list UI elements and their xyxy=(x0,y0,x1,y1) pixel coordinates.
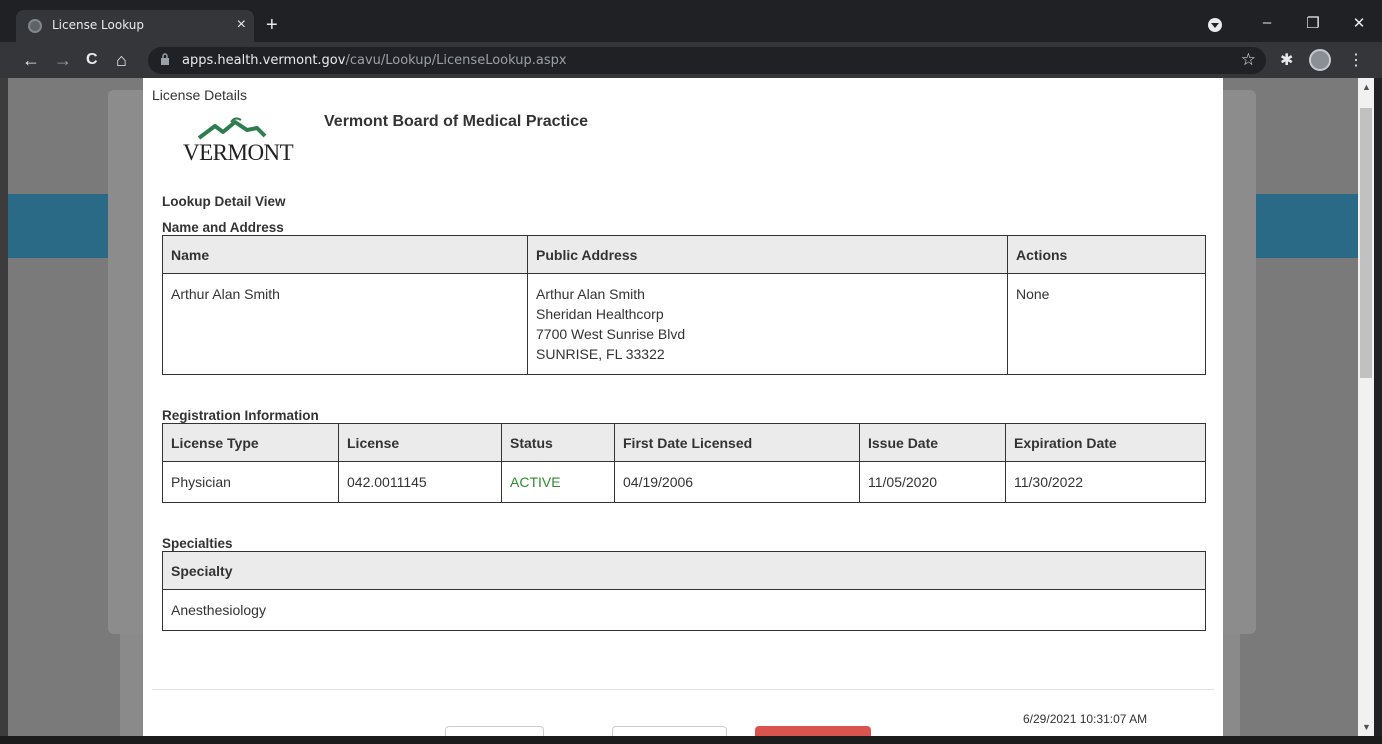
issue-date-cell: 11/05/2020 xyxy=(859,461,1006,503)
profile-avatar[interactable] xyxy=(1309,49,1331,71)
specialties-table: Specialty Anesthesiology xyxy=(162,551,1206,631)
bookmark-star-icon[interactable]: ☆ xyxy=(1241,50,1256,70)
column-header: Actions xyxy=(1007,235,1206,274)
reload-button[interactable]: C xyxy=(86,51,98,69)
table-header-row: Name Public Address Actions xyxy=(162,235,1206,274)
vermont-logo: VERMONT xyxy=(181,116,294,166)
column-header: Public Address xyxy=(527,235,1008,274)
address-line: 7700 West Sunrise Blvd xyxy=(536,326,686,342)
window-controls: – ❐ ✕ xyxy=(1244,14,1382,32)
specialty-cell: Anesthesiology xyxy=(162,589,1206,631)
tab-bar: License Lookup × + – ❐ ✕ xyxy=(0,8,1382,42)
board-name: Vermont Board of Medical Practice xyxy=(324,113,589,130)
mountain-logo-icon xyxy=(197,117,267,140)
footer-button-2[interactable] xyxy=(612,726,727,736)
license-type-cell: Physician xyxy=(162,461,339,503)
browser-frame-top xyxy=(0,0,1382,8)
home-button[interactable]: ⌂ xyxy=(116,50,127,71)
column-header: First Date Licensed xyxy=(614,423,860,462)
table-header-row: Specialty xyxy=(162,551,1206,590)
license-number-cell: 042.0011145 xyxy=(338,461,502,503)
specialties-label: Specialties xyxy=(162,536,233,551)
url-path: /cavu/Lookup/LicenseLookup.aspx xyxy=(345,53,567,68)
detail-view-label: Lookup Detail View xyxy=(162,194,286,209)
table-header-row: License Type License Status First Date L… xyxy=(162,423,1206,462)
new-tab-button[interactable]: + xyxy=(266,14,278,37)
page-scrollbar[interactable]: ▲ ▼ xyxy=(1358,78,1374,736)
first-licensed-cell: 04/19/2006 xyxy=(614,461,860,503)
address-line: Arthur Alan Smith xyxy=(536,286,645,302)
address-line: SUNRISE, FL 33322 xyxy=(536,346,665,362)
forward-button[interactable]: → xyxy=(54,50,72,71)
url-text[interactable]: apps.health.vermont.gov/cavu/Lookup/Lice… xyxy=(182,53,567,68)
address-bar-row: ← → C ⌂ apps.health.vermont.gov/cavu/Loo… xyxy=(0,42,1382,78)
timestamp: 6/29/2021 10:31:07 AM xyxy=(1023,712,1148,726)
extensions-icon[interactable]: ✱ xyxy=(1280,50,1293,70)
name-address-label: Name and Address xyxy=(162,220,284,235)
tab-close-icon[interactable]: × xyxy=(237,16,246,34)
name-address-table: Name Public Address Actions Arthur Alan … xyxy=(162,235,1206,375)
close-window-button[interactable]: ✕ xyxy=(1336,14,1382,32)
column-header: Specialty xyxy=(162,551,1206,590)
menu-icon[interactable]: ⋮ xyxy=(1348,50,1364,70)
page-viewport: License Details VERMONT Vermont Board of… xyxy=(0,78,1358,736)
expiration-date-cell: 11/30/2022 xyxy=(1005,461,1206,503)
tab-search-dropdown-icon[interactable] xyxy=(1208,18,1222,32)
close-button[interactable] xyxy=(755,726,871,736)
column-header: Issue Date xyxy=(859,423,1006,462)
back-button[interactable]: ← xyxy=(22,50,40,71)
scroll-down-icon[interactable]: ▼ xyxy=(1362,722,1371,732)
registration-table: License Type License Status First Date L… xyxy=(162,423,1206,503)
license-details-modal: License Details VERMONT Vermont Board of… xyxy=(143,78,1223,736)
actions-cell: None xyxy=(1007,273,1206,375)
table-row: Arthur Alan Smith Arthur Alan Smith Sher… xyxy=(162,273,1206,375)
column-header: License xyxy=(338,423,502,462)
address-cell: Arthur Alan Smith Sheridan Healthcorp 77… xyxy=(527,273,1008,375)
modal-title: License Details xyxy=(152,87,247,103)
column-header: Expiration Date xyxy=(1005,423,1206,462)
name-cell: Arthur Alan Smith xyxy=(162,273,528,375)
column-header: License Type xyxy=(162,423,339,462)
restore-button[interactable]: ❐ xyxy=(1290,14,1336,32)
logo-text: VERMONT xyxy=(183,140,294,165)
table-row: Anesthesiology xyxy=(162,589,1206,631)
tab-license-lookup[interactable]: License Lookup × xyxy=(16,10,254,42)
tab-title: License Lookup xyxy=(52,18,145,32)
footer-divider xyxy=(152,689,1214,690)
lock-icon xyxy=(161,53,169,65)
omnibox[interactable]: apps.health.vermont.gov/cavu/Lookup/Lice… xyxy=(148,47,1266,74)
column-header: Status xyxy=(501,423,615,462)
address-line: Sheridan Healthcorp xyxy=(536,306,664,322)
scrollbar-thumb[interactable] xyxy=(1360,108,1372,378)
url-domain: apps.health.vermont.gov xyxy=(182,53,346,68)
taskbar xyxy=(0,736,1382,744)
registration-label: Registration Information xyxy=(162,408,319,423)
table-row: Physician 042.0011145 ACTIVE 04/19/2006 … xyxy=(162,461,1206,503)
minimize-button[interactable]: – xyxy=(1244,14,1290,32)
background-sidebar xyxy=(0,78,8,736)
footer-button-1[interactable] xyxy=(445,726,544,736)
scroll-up-icon[interactable]: ▲ xyxy=(1362,82,1371,92)
status-cell: ACTIVE xyxy=(501,461,615,503)
window-edge xyxy=(1374,78,1382,736)
globe-icon xyxy=(28,19,42,33)
column-header: Name xyxy=(162,235,528,274)
